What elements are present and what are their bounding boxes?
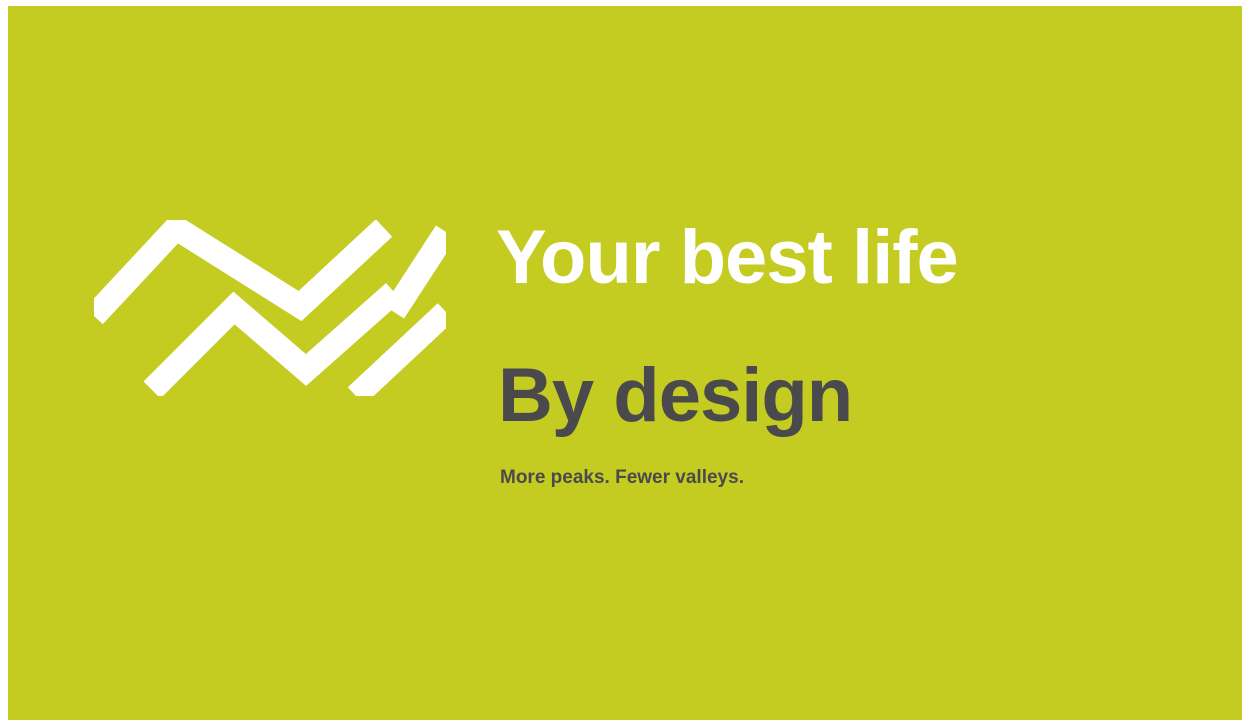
tagline: More peaks. Fewer valleys. <box>500 467 744 488</box>
subheadline: By design <box>498 353 853 438</box>
headline: Your best life <box>496 215 959 300</box>
mountain-stripes-icon <box>94 220 446 396</box>
hero-banner: Your best life By design More peaks. Few… <box>8 6 1242 720</box>
